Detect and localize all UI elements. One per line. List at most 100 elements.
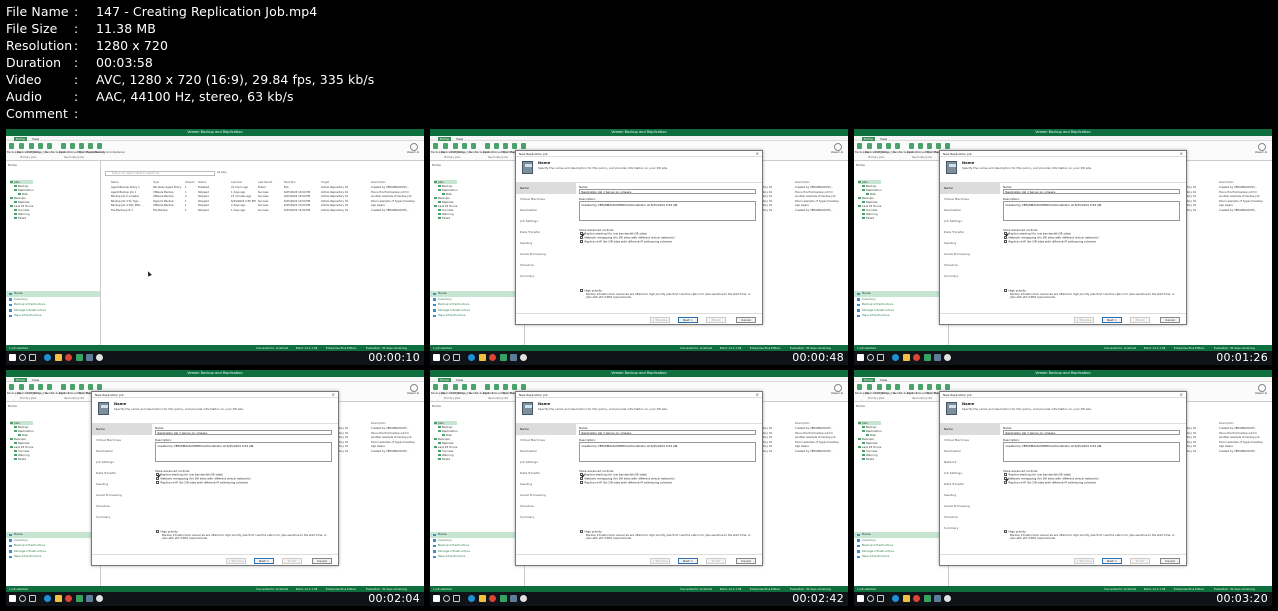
wizard-step[interactable]: Job Settings [940, 468, 1000, 479]
all-jobs-filter[interactable]: All jobs [217, 171, 226, 174]
column-header[interactable]: Description [371, 181, 386, 184]
wizard-step[interactable]: Data Transfer [940, 227, 1000, 238]
ribbon-button-label[interactable]: Security & Compliance [95, 151, 125, 154]
wizard-step[interactable]: Virtual Machines [940, 435, 1000, 446]
ribbon-button-label[interactable]: Backup Job [855, 392, 869, 395]
ribbon-button-icon[interactable] [484, 143, 491, 150]
wizard-step[interactable]: Seeding [516, 479, 576, 490]
checkbox-icon[interactable] [580, 232, 583, 235]
video-thumbnail[interactable]: Veeam Backup and Replication Home View B… [854, 129, 1272, 365]
folder-icon[interactable] [55, 595, 62, 602]
tree-item[interactable]: Failed [858, 216, 881, 220]
ribbon-button-icon[interactable] [87, 143, 94, 150]
chrome-icon[interactable] [913, 354, 920, 361]
cancel-button[interactable]: Cancel [736, 317, 756, 323]
nav-section-item[interactable]: Tape Infrastructure [430, 313, 524, 319]
wizard-step[interactable]: Name [92, 424, 152, 435]
checkbox-icon[interactable] [580, 473, 583, 476]
ribbon-button-icon[interactable] [944, 143, 951, 150]
checkbox-icon[interactable] [1004, 236, 1007, 239]
edge-icon[interactable] [892, 354, 899, 361]
wizard-step[interactable]: Destination [940, 205, 1000, 216]
edge-icon[interactable] [892, 595, 899, 602]
ribbon-button-icon[interactable] [493, 384, 500, 391]
wizard-step[interactable]: Summary [92, 512, 152, 523]
wizard-step[interactable]: Network [940, 457, 1000, 468]
column-header[interactable]: Description [1219, 422, 1234, 425]
app-icon[interactable] [944, 595, 951, 602]
ribbon-button-icon[interactable] [856, 384, 863, 391]
edge-icon[interactable] [468, 354, 475, 361]
ribbon-button-icon[interactable] [442, 384, 449, 391]
ribbon-button-icon[interactable] [432, 384, 439, 391]
wizard-step[interactable]: Virtual Machines [92, 435, 152, 446]
ribbon-button-icon[interactable] [96, 384, 103, 391]
search-input[interactable]: Type in an object name to search for [105, 171, 215, 176]
app-icon[interactable] [944, 354, 951, 361]
ribbon-button-icon[interactable] [894, 143, 901, 150]
column-header[interactable]: Description [795, 422, 810, 425]
ribbon-button-icon[interactable] [502, 384, 509, 391]
edge-icon[interactable] [44, 595, 51, 602]
job-name-input[interactable]: Replication Job 1 Server on vmware [1003, 430, 1180, 435]
windows-icon[interactable] [433, 354, 440, 361]
column-header[interactable]: Name [111, 181, 119, 184]
wizard-step[interactable]: Virtual Machines [516, 194, 576, 205]
finish-button[interactable]: Finish [1130, 317, 1150, 323]
ribbon-button-icon[interactable] [520, 143, 527, 150]
window-controls[interactable] [828, 130, 846, 145]
ribbon-button-label[interactable]: Backup Job [7, 392, 21, 395]
ribbon-button-icon[interactable] [885, 143, 892, 150]
video-thumbnail[interactable]: Veeam Backup and Replication Home View B… [6, 129, 424, 365]
replica-reip-checkbox[interactable]: Replica re-IP (for DR sites with differe… [580, 240, 672, 244]
description-textarea[interactable]: Created by VEEAMBACKUPSERV\Administrator… [1003, 201, 1180, 221]
wizard-step[interactable]: Name [516, 183, 576, 194]
ribbon-button-icon[interactable] [60, 384, 67, 391]
ribbon-button-icon[interactable] [18, 143, 25, 150]
wizard-step[interactable]: Job Settings [516, 457, 576, 468]
previous-button[interactable]: < Previous [650, 558, 670, 564]
next-button[interactable]: Next > [678, 558, 698, 564]
ribbon-button-label[interactable]: SureBackup Job [893, 392, 913, 395]
wizard-step[interactable]: Seeding [940, 490, 1000, 501]
ribbon-button-icon[interactable] [461, 143, 468, 150]
replica-reip-checkbox[interactable]: Replica re-IP (for DR sites with differe… [1004, 481, 1096, 485]
ribbon-button-icon[interactable] [452, 384, 459, 391]
wizard-step[interactable]: Name [940, 424, 1000, 435]
column-header[interactable]: Next Run [284, 181, 296, 184]
veeam-icon[interactable] [76, 595, 83, 602]
veeam-console-icon[interactable] [86, 354, 93, 361]
wizard-step[interactable]: Data Transfer [92, 468, 152, 479]
folder-icon[interactable] [479, 354, 486, 361]
veeam-ai-button[interactable]: Veeam AI [1254, 143, 1268, 157]
finish-button[interactable]: Finish [706, 317, 726, 323]
ribbon-button-icon[interactable] [935, 384, 942, 391]
checkbox-icon[interactable] [1004, 530, 1007, 533]
edge-icon[interactable] [44, 354, 51, 361]
app-icon[interactable] [520, 354, 527, 361]
ribbon-button-label[interactable]: SureBackup Job [893, 151, 913, 154]
previous-button[interactable]: < Previous [1074, 317, 1094, 323]
ribbon-button-icon[interactable] [60, 143, 67, 150]
app-icon[interactable] [96, 595, 103, 602]
tree-item[interactable]: Failed [10, 457, 33, 461]
tree-item[interactable]: Failed [434, 216, 457, 220]
wizard-step[interactable]: Job Settings [940, 216, 1000, 227]
windows-icon[interactable] [9, 354, 16, 361]
ribbon-button-icon[interactable] [908, 384, 915, 391]
tree-item[interactable]: Failed [10, 216, 33, 220]
folder-icon[interactable] [55, 354, 62, 361]
ribbon-button-icon[interactable] [470, 384, 477, 391]
replica-reip-checkbox[interactable]: Replica re-IP (for DR sites with differe… [1004, 240, 1096, 244]
wizard-step[interactable]: Guest Processing [940, 501, 1000, 512]
ribbon-button-icon[interactable] [69, 384, 76, 391]
ribbon-button-label[interactable]: Replication Job [17, 151, 36, 154]
wizard-step[interactable]: Schedule [92, 501, 152, 512]
ribbon-button-label[interactable]: Replication Job [865, 392, 884, 395]
ribbon-button-icon[interactable] [502, 143, 509, 150]
nav-section-item[interactable]: Tape Infrastructure [854, 554, 948, 560]
checkbox-icon[interactable] [1004, 240, 1007, 243]
ribbon-button-icon[interactable] [484, 384, 491, 391]
ribbon-button-icon[interactable] [520, 384, 527, 391]
veeam-ai-button[interactable]: Veeam AI [1254, 384, 1268, 398]
